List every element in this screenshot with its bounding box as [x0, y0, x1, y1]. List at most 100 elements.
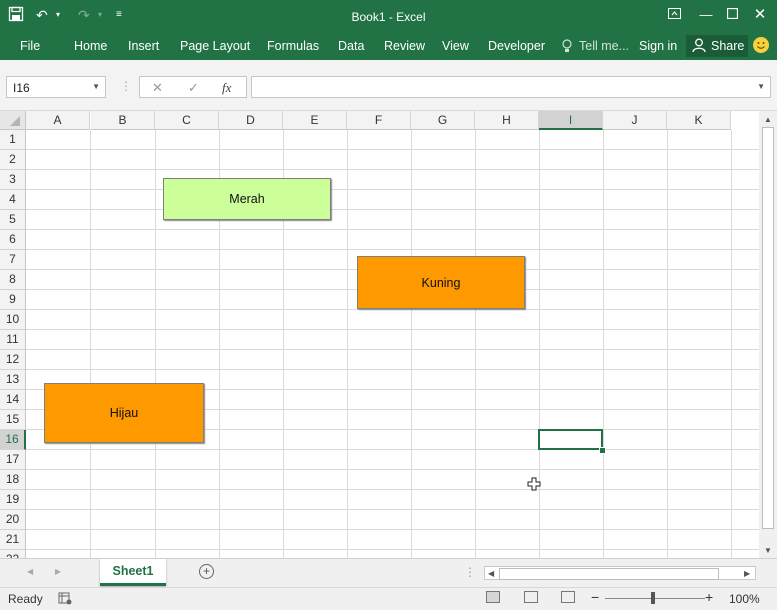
row-header-8[interactable]: 8 [0, 270, 26, 290]
page-layout-view-icon[interactable] [524, 591, 538, 603]
column-header-b[interactable]: B [91, 111, 155, 130]
name-box[interactable]: I16 ▼ [6, 76, 106, 98]
row-header-15[interactable]: 15 [0, 410, 26, 430]
tab-developer[interactable]: Developer [488, 39, 545, 53]
prev-sheet-icon[interactable]: ◀ [27, 567, 33, 576]
horizontal-scroll-thumb[interactable] [499, 568, 719, 580]
row-header-11[interactable]: 11 [0, 330, 26, 350]
row-header-3[interactable]: 3 [0, 170, 26, 190]
tab-file[interactable]: File [20, 39, 40, 53]
minimize-icon[interactable]: — [696, 6, 716, 24]
tab-page-layout[interactable]: Page Layout [180, 39, 250, 53]
select-all-corner[interactable] [0, 111, 26, 130]
gridline [26, 529, 759, 530]
row-header-9[interactable]: 9 [0, 290, 26, 310]
fill-handle[interactable] [599, 447, 606, 454]
close-icon[interactable]: ✕ [750, 6, 770, 24]
row-header-13[interactable]: 13 [0, 370, 26, 390]
chevron-down-icon[interactable]: ▼ [92, 82, 100, 91]
column-header-g[interactable]: G [411, 111, 475, 130]
gridline [667, 130, 668, 558]
splitter-handle[interactable]: ⋮ [120, 79, 132, 93]
row-header-4[interactable]: 4 [0, 190, 26, 210]
row-header-7[interactable]: 7 [0, 250, 26, 270]
sheet-tab[interactable]: Sheet1 [100, 559, 166, 586]
column-header-a[interactable]: A [26, 111, 90, 130]
scroll-up-icon[interactable]: ▲ [764, 115, 772, 124]
sign-in-link[interactable]: Sign in [639, 39, 677, 53]
row-header-6[interactable]: 6 [0, 230, 26, 250]
shape-button-merah[interactable]: Merah [163, 178, 331, 220]
row-header-2[interactable]: 2 [0, 150, 26, 170]
column-header-k[interactable]: K [667, 111, 731, 130]
next-sheet-icon[interactable]: ▶ [55, 567, 61, 576]
tab-view[interactable]: View [442, 39, 469, 53]
maximize-icon[interactable] [722, 6, 742, 24]
tell-me-search[interactable]: Tell me... [579, 39, 629, 53]
column-header-j[interactable]: J [603, 111, 667, 130]
row-header-19[interactable]: 19 [0, 490, 26, 510]
shape-button-hijau[interactable]: Hijau [44, 383, 204, 443]
row-header-16[interactable]: 16 [0, 430, 26, 450]
gridline [26, 549, 759, 550]
row-header-10[interactable]: 10 [0, 310, 26, 330]
tab-data[interactable]: Data [338, 39, 364, 53]
add-sheet-icon[interactable]: + [199, 564, 214, 579]
tab-splitter-handle[interactable]: ⋮ [464, 565, 476, 579]
ribbon-display-options-icon[interactable] [664, 6, 684, 24]
insert-function-button[interactable]: fx [222, 80, 231, 96]
row-header-22[interactable]: 22 [0, 550, 26, 558]
feedback-smiley-icon[interactable] [753, 37, 769, 53]
row-header-17[interactable]: 17 [0, 450, 26, 470]
vertical-scroll-thumb[interactable] [762, 127, 774, 529]
column-header-f[interactable]: F [347, 111, 411, 130]
expand-formula-bar-icon[interactable]: ▼ [757, 82, 765, 91]
normal-view-icon[interactable] [486, 591, 500, 603]
row-header-5[interactable]: 5 [0, 210, 26, 230]
tab-formulas[interactable]: Formulas [267, 39, 319, 53]
row-header-1[interactable]: 1 [0, 130, 26, 150]
gridline [26, 209, 759, 210]
tab-review[interactable]: Review [384, 39, 425, 53]
vertical-scrollbar[interactable]: ▲ ▼ [759, 111, 777, 558]
zoom-slider[interactable] [605, 598, 705, 599]
active-cell-selection[interactable] [538, 429, 603, 450]
gridline [411, 130, 412, 558]
share-button[interactable]: Share [686, 35, 748, 57]
tab-insert[interactable]: Insert [128, 39, 159, 53]
column-header-c[interactable]: C [155, 111, 219, 130]
gridline [26, 249, 759, 250]
column-header-d[interactable]: D [219, 111, 283, 130]
worksheet-grid[interactable]: A B C D E F G H I J K 1 2 3 4 5 6 7 8 9 10 11 12 13 14 15 16 17 18 19… [0, 111, 759, 558]
horizontal-scrollbar[interactable]: ◀ ▶ [484, 566, 756, 580]
formula-input[interactable]: ▼ [251, 76, 771, 98]
scroll-down-icon[interactable]: ▼ [764, 546, 772, 555]
zoom-level[interactable]: 100% [729, 592, 760, 606]
gridline [26, 509, 759, 510]
row-header-20[interactable]: 20 [0, 510, 26, 530]
page-break-preview-icon[interactable] [561, 591, 575, 603]
sheet-tab-bar: ◀ ▶ Sheet1 + ⋮ ◀ ▶ [0, 558, 777, 587]
column-header-e[interactable]: E [283, 111, 347, 130]
gridline [26, 349, 759, 350]
macro-record-icon[interactable] [58, 591, 72, 608]
enter-icon[interactable]: ✓ [188, 80, 199, 96]
shape-button-kuning[interactable]: Kuning [357, 256, 525, 309]
window-title: Book1 - Excel [351, 10, 426, 24]
row-header-12[interactable]: 12 [0, 350, 26, 370]
row-header-14[interactable]: 14 [0, 390, 26, 410]
cancel-icon[interactable]: ✕ [152, 80, 163, 96]
zoom-slider-thumb[interactable] [651, 592, 655, 604]
gridline [26, 169, 759, 170]
row-header-21[interactable]: 21 [0, 530, 26, 550]
zoom-in-icon[interactable]: + [705, 589, 713, 605]
scroll-right-icon[interactable]: ▶ [744, 569, 750, 578]
scroll-left-icon[interactable]: ◀ [488, 569, 494, 578]
column-header-h[interactable]: H [475, 111, 539, 130]
gridline [26, 149, 759, 150]
gridline [26, 489, 759, 490]
zoom-out-icon[interactable]: − [591, 589, 599, 605]
column-header-i[interactable]: I [539, 111, 603, 130]
tab-home[interactable]: Home [74, 39, 107, 53]
row-header-18[interactable]: 18 [0, 470, 26, 490]
